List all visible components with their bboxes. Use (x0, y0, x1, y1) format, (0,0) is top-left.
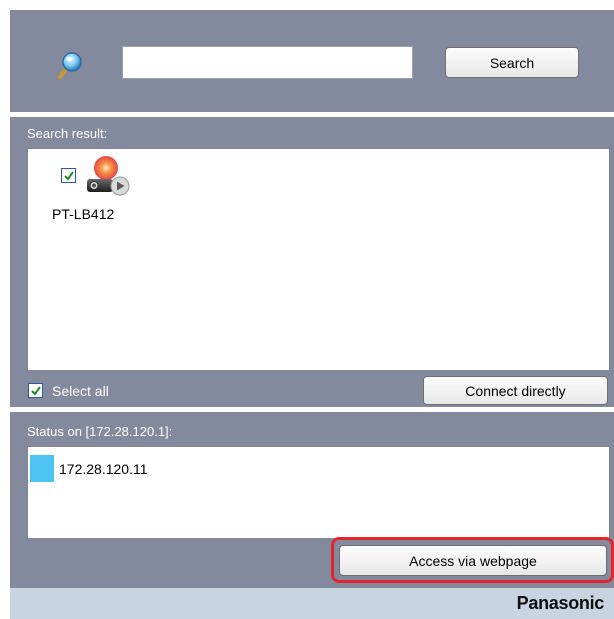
access-via-webpage-button[interactable]: Access via webpage (339, 545, 607, 576)
search-input[interactable] (122, 46, 413, 79)
projector-icon[interactable] (79, 155, 131, 197)
search-button[interactable]: Search (445, 47, 579, 78)
status-color-indicator (30, 455, 54, 482)
checkmark-icon (64, 171, 74, 181)
select-all-label[interactable]: Select all (52, 383, 109, 399)
checkmark-icon (31, 386, 41, 396)
footer-bar: Panasonic (10, 588, 614, 619)
connect-directly-button[interactable]: Connect directly (423, 376, 608, 405)
status-header: Status on [172.28.120.1]: (27, 424, 173, 439)
device-checkbox[interactable] (61, 168, 76, 183)
device-name: PT-LB412 (52, 206, 115, 222)
search-result-header: Search result: (27, 126, 108, 141)
status-list[interactable] (27, 446, 610, 539)
magnifier-icon (58, 52, 82, 79)
select-all-checkbox[interactable] (28, 383, 43, 398)
status-ip[interactable]: 172.28.120.11 (59, 461, 148, 477)
brand-logo: Panasonic (516, 593, 605, 613)
